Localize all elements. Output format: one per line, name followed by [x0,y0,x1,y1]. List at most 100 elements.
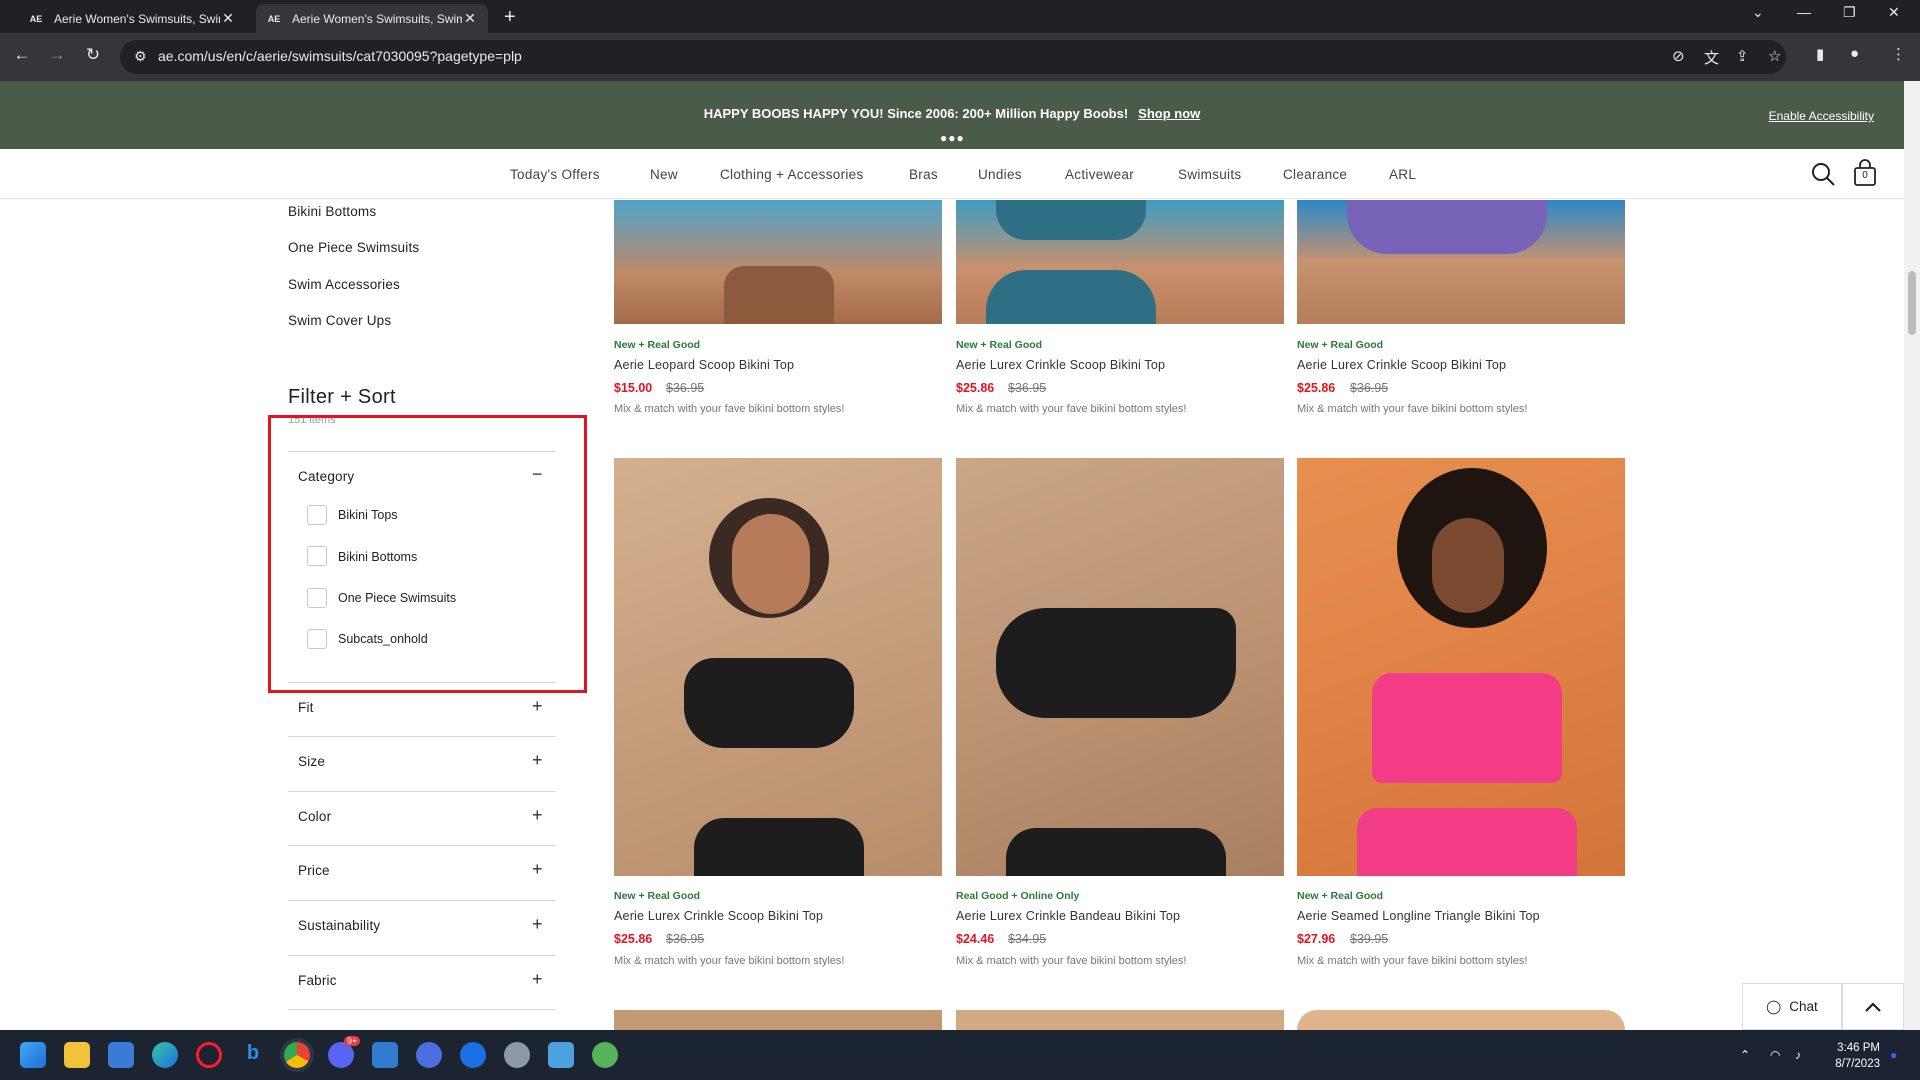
product-image[interactable] [956,458,1284,876]
opera-browser-icon[interactable] [196,1042,222,1068]
restore-icon[interactable]: ❐ [1843,4,1856,21]
enable-accessibility-link[interactable]: Enable Accessibility [1769,109,1874,123]
back-to-top-button[interactable] [1842,983,1904,1030]
reload-icon[interactable]: ↻ [81,45,105,65]
clock[interactable]: 3:46 PM 8/7/2023 [1820,1040,1880,1072]
close-tab-icon[interactable]: ✕ [462,10,478,27]
checkbox-label[interactable]: One Piece Swimsuits [338,591,456,605]
app-icon[interactable] [372,1042,398,1068]
product-name[interactable]: Aerie Lurex Crinkle Bandeau Bikini Top [956,909,1180,923]
checkbox-bikini-bottoms[interactable] [307,546,327,566]
nav-bras[interactable]: Bras [909,167,938,182]
product-image[interactable] [614,1010,942,1030]
filter-size-header[interactable]: Size [298,754,325,769]
browser-menu-icon[interactable]: ⋮ [1891,45,1906,63]
shopping-bag-icon[interactable]: 0 [1853,159,1877,187]
bookmark-star-icon[interactable]: ☆ [1768,47,1781,65]
sidebar-link-swim-accessories[interactable]: Swim Accessories [288,277,400,292]
translate-icon[interactable]: 文 [1704,47,1719,68]
tray-chevron-up-icon[interactable]: ⌃ [1740,1048,1750,1062]
file-explorer-icon[interactable] [64,1042,90,1068]
collapse-minus-icon[interactable]: − [532,464,543,485]
product-image[interactable] [956,1010,1284,1030]
settings-gear-icon[interactable] [504,1042,530,1068]
page-scrollbar[interactable] [1904,81,1920,1030]
expand-plus-icon[interactable]: + [532,859,543,880]
filter-color-header[interactable]: Color [298,809,331,824]
bing-icon[interactable]: b [240,1042,266,1068]
new-tab-plus-icon[interactable]: + [504,6,516,29]
profile-icon[interactable]: ● [1850,45,1859,62]
browser-tab-1[interactable]: AE Aerie Women's Swimsuits, Swim ✕ [18,4,246,33]
filter-price-header[interactable]: Price [298,863,330,878]
windows-start-icon[interactable] [20,1042,46,1068]
filter-sustainability-header[interactable]: Sustainability [298,918,380,933]
nav-undies[interactable]: Undies [978,167,1022,182]
checkbox-subcats-onhold[interactable] [307,629,327,649]
checkbox-label[interactable]: Bikini Bottoms [338,550,417,564]
back-arrow-icon[interactable]: ← [10,45,34,65]
cookie-blocked-icon[interactable]: ⊘ [1672,47,1685,65]
nav-swimsuits[interactable]: Swimsuits [1178,167,1241,182]
discord-icon[interactable]: 9+ [328,1036,361,1068]
filter-fit-header[interactable]: Fit [298,700,314,715]
search-icon[interactable] [1810,161,1836,187]
side-panel-icon[interactable]: ▮ [1816,45,1824,63]
checkbox-bikini-tops[interactable] [307,505,327,525]
forward-arrow-icon[interactable]: → [45,45,69,65]
nav-arl[interactable]: ARL [1389,167,1416,182]
product-name[interactable]: Aerie Lurex Crinkle Scoop Bikini Top [1297,358,1506,372]
volume-icon[interactable]: ♪ [1795,1048,1801,1062]
url-text[interactable]: ae.com/us/en/c/aerie/swimsuits/cat703009… [158,48,522,64]
wifi-icon[interactable]: ◠ [1770,1048,1780,1062]
shop-now-link[interactable]: Shop now [1138,106,1200,121]
nav-clothing-accessories[interactable]: Clothing + Accessories [720,167,864,182]
expand-plus-icon[interactable]: + [532,914,543,935]
chat-button[interactable]: ◯ Chat [1742,983,1842,1030]
filter-category-header[interactable]: Category [298,469,354,484]
product-image[interactable] [956,200,1284,324]
expand-plus-icon[interactable]: + [532,805,543,826]
close-window-icon[interactable]: ✕ [1888,4,1900,21]
close-tab-icon[interactable]: ✕ [220,10,236,27]
nav-clearance[interactable]: Clearance [1283,167,1347,182]
product-image[interactable] [1297,1010,1625,1030]
sidebar-link-swim-cover-ups[interactable]: Swim Cover Ups [288,313,391,328]
checkbox-label[interactable]: Bikini Tops [338,508,398,522]
chrome-browser-icon[interactable] [284,1042,310,1068]
expand-plus-icon[interactable]: + [532,969,543,990]
nav-activewear[interactable]: Activewear [1065,167,1134,182]
tab-search-chevron-icon[interactable]: ⌄ [1752,4,1764,21]
checkbox-one-piece[interactable] [307,588,327,608]
share-icon[interactable]: ⇪ [1736,47,1749,65]
microsoft-store-icon[interactable] [108,1042,134,1068]
notification-icon[interactable]: ● [1890,1048,1897,1062]
product-image[interactable] [1297,458,1625,876]
carousel-dots[interactable]: ●●● [940,131,965,145]
checkbox-label[interactable]: Subcats_onhold [338,632,428,646]
expand-plus-icon[interactable]: + [532,696,543,717]
address-bar[interactable]: ⚙ ae.com/us/en/c/aerie/swimsuits/cat7030… [120,40,1786,74]
app-icon[interactable] [548,1042,574,1068]
filter-fabric-header[interactable]: Fabric [298,973,337,988]
product-name[interactable]: Aerie Lurex Crinkle Scoop Bikini Top [956,358,1165,372]
minimize-icon[interactable]: — [1797,4,1811,20]
sidebar-link-bikini-bottoms[interactable]: Bikini Bottoms [288,204,376,219]
nav-new[interactable]: New [650,167,678,182]
edge-browser-icon[interactable] [152,1042,178,1068]
browser-tab-2-active[interactable]: AE Aerie Women's Swimsuits, Swim ✕ [256,4,488,33]
product-name[interactable]: Aerie Leopard Scoop Bikini Top [614,358,794,372]
product-name[interactable]: Aerie Seamed Longline Triangle Bikini To… [1297,909,1540,923]
product-image[interactable] [614,200,942,324]
app-icon[interactable] [416,1042,442,1068]
nav-todays-offers[interactable]: Today's Offers [510,167,600,182]
product-name[interactable]: Aerie Lurex Crinkle Scoop Bikini Top [614,909,823,923]
app-icon[interactable] [592,1042,618,1068]
expand-plus-icon[interactable]: + [532,750,543,771]
scrollbar-thumb[interactable] [1908,271,1916,335]
sidebar-link-one-piece[interactable]: One Piece Swimsuits [288,240,419,255]
product-image[interactable] [1297,200,1625,324]
site-info-icon[interactable]: ⚙ [134,48,147,65]
teamviewer-icon[interactable] [460,1042,486,1068]
product-image[interactable] [614,458,942,876]
